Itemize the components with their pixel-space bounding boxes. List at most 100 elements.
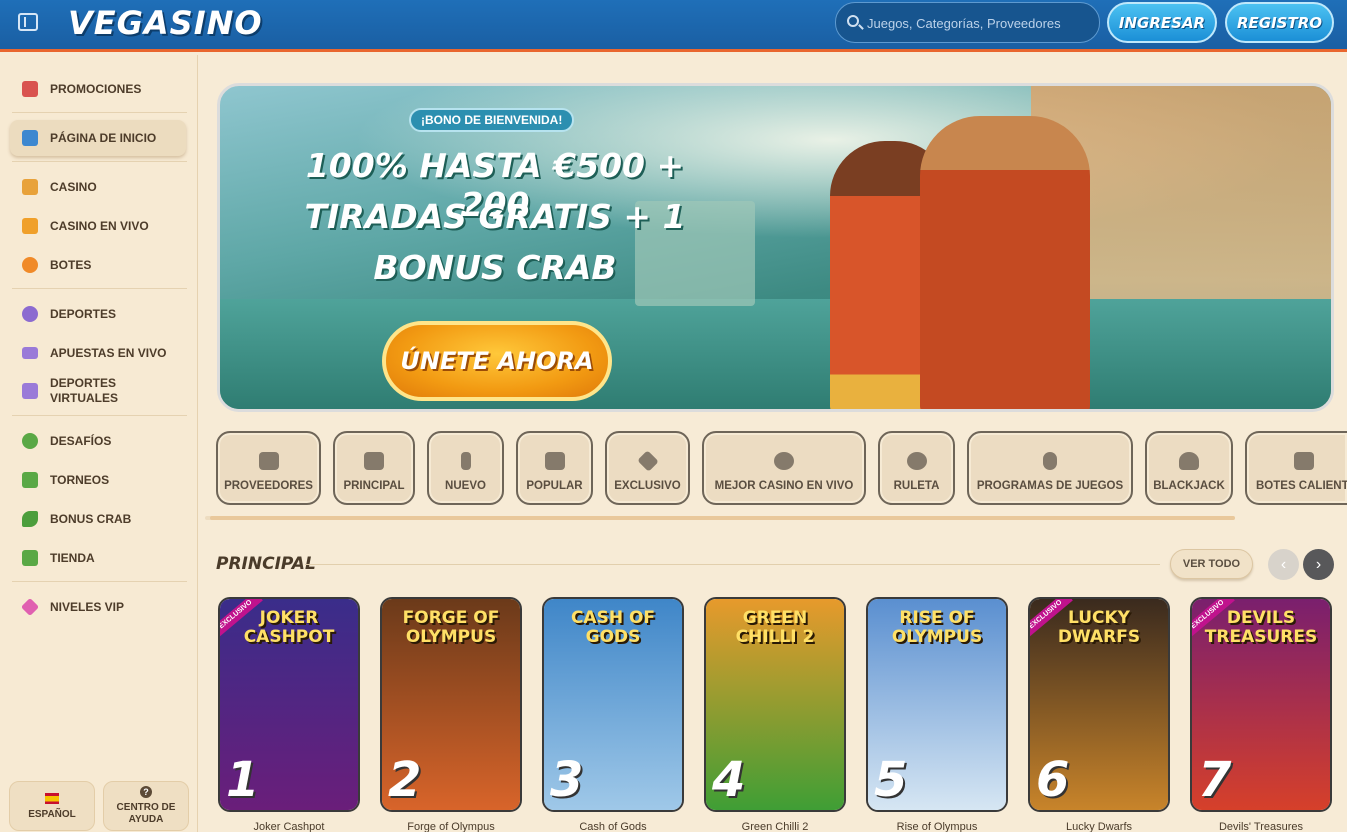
help-icon: ? — [140, 786, 152, 798]
sidebar-item-label: DEPORTES — [50, 306, 117, 321]
game-logo-text: FORGE OF OLYMPUS — [402, 608, 500, 647]
game-name[interactable]: Green Chilli 2 — [704, 821, 846, 832]
sidebar-item-label: TIENDA — [50, 550, 95, 565]
help-label: CENTRO DE AYUDA — [116, 802, 176, 825]
category-label: POPULAR — [526, 480, 583, 492]
sidebar-divider — [12, 161, 187, 162]
category-popular[interactable]: POPULAR — [516, 431, 593, 505]
carousel-prev-button[interactable]: ‹ — [1268, 549, 1299, 580]
search-input[interactable] — [867, 11, 1092, 35]
game-card[interactable]: CASH OF GODS 3 — [542, 597, 684, 812]
sidebar-item-apuestas-en-vivo[interactable]: APUESTAS EN VIVO — [10, 335, 186, 371]
sidebar-item-casino[interactable]: CASINO — [10, 169, 186, 205]
sidebar-item-label: APUESTAS EN VIVO — [50, 345, 167, 360]
category-proveedores[interactable]: PROVEEDORES — [216, 431, 321, 505]
sidebar-divider — [12, 581, 187, 582]
category-label: NUEVO — [445, 480, 486, 492]
category-label: PROVEEDORES — [224, 480, 313, 492]
category-principal[interactable]: PRINCIPAL — [333, 431, 415, 505]
game-card[interactable]: DEVILS TREASURES EXCLUSIVO 7 — [1190, 597, 1332, 812]
sidebar-item-label: BONUS CRAB — [50, 511, 132, 526]
sidebar-item-label: DESAFÍOS — [50, 433, 112, 448]
category-mejor-casino-en-vivo[interactable]: MEJOR CASINO EN VIVO — [702, 431, 866, 505]
lightning-icon — [460, 452, 471, 470]
banner-headline-line-2: TIRADAS GRATIS + 1 — [304, 197, 686, 236]
trophy-icon — [22, 472, 38, 488]
game-name[interactable]: Joker Cashpot — [218, 821, 360, 832]
search-bar[interactable] — [835, 2, 1100, 43]
game-name[interactable]: Devils' Treasures — [1190, 821, 1332, 832]
sidebar-divider — [12, 415, 187, 416]
sidebar-item-bonus-crab[interactable]: BONUS CRAB — [10, 501, 186, 537]
sidebar-item-torneos[interactable]: TORNEOS — [10, 462, 186, 498]
game-logo-text: GREEN CHILLI 2 — [735, 608, 815, 647]
game-card[interactable]: FORGE OF OLYMPUS 2 — [380, 597, 522, 812]
category-blackjack[interactable]: BLACKJACK — [1145, 431, 1233, 505]
sidebar-item-label: CASINO EN VIVO — [50, 218, 149, 233]
category-nuevo[interactable]: NUEVO — [427, 431, 504, 505]
sidebar-item-promociones[interactable]: PROMOCIONES — [10, 71, 186, 107]
game-rank-number: 1 — [226, 752, 260, 808]
live-casino-icon — [22, 218, 38, 234]
welcome-banner[interactable]: ¡BONO DE BIENVENIDA! 100% HASTA €500 + 2… — [217, 83, 1334, 412]
category-label: PRINCIPAL — [343, 480, 405, 492]
crab-icon — [22, 511, 38, 527]
register-button[interactable]: REGISTRO — [1225, 2, 1334, 43]
category-scrollbar-thumb[interactable] — [210, 516, 1235, 520]
category-programas-de-juegos[interactable]: PROGRAMAS DE JUEGOS — [967, 431, 1133, 505]
sidebar-item-botes[interactable]: BOTES — [10, 247, 186, 283]
game-card[interactable]: LUCKY DWARFS EXCLUSIVO 6 — [1028, 597, 1170, 812]
sidebar-item-label: BOTES — [50, 257, 92, 272]
sidebar-item-tienda[interactable]: TIENDA — [10, 540, 186, 576]
carousel-next-button[interactable]: › — [1303, 549, 1334, 580]
shopping-bag-icon — [22, 550, 38, 566]
live-badge-icon — [22, 347, 38, 359]
sidebar-toggle-icon[interactable] — [18, 13, 38, 31]
game-rank-number: 2 — [388, 752, 422, 808]
game-name[interactable]: Lucky Dwarfs — [1028, 821, 1170, 832]
category-exclusivo[interactable]: EXCLUSIVO — [605, 431, 690, 505]
help-center-button[interactable]: ? CENTRO DE AYUDA — [103, 781, 189, 831]
game-logo-text: RISE OF OLYMPUS — [891, 608, 983, 647]
game-card[interactable]: RISE OF OLYMPUS 5 — [866, 597, 1008, 812]
sidebar-item-deportes[interactable]: DEPORTES — [10, 296, 186, 332]
see-all-button[interactable]: VER TODO — [1170, 549, 1253, 579]
gift-icon — [22, 81, 38, 97]
game-name[interactable]: Cash of Gods — [542, 821, 684, 832]
sidebar-item-inicio[interactable]: PÁGINA DE INICIO — [10, 120, 186, 156]
game-name[interactable]: Rise of Olympus — [866, 821, 1008, 832]
game-card[interactable]: JOKER CASHPOT EXCLUSIVO 1 — [218, 597, 360, 812]
clover-icon — [22, 257, 38, 273]
category-label: PROGRAMAS DE JUEGOS — [976, 480, 1124, 492]
welcome-bonus-badge: ¡BONO DE BIENVENIDA! — [409, 108, 575, 132]
sidebar-item-casino-en-vivo[interactable]: CASINO EN VIVO — [10, 208, 186, 244]
join-now-button[interactable]: ÚNETE AHORA — [382, 321, 612, 401]
sidebar-item-desafios[interactable]: DESAFÍOS — [10, 423, 186, 459]
medal-icon — [22, 433, 38, 449]
game-name[interactable]: Forge of Olympus — [380, 821, 522, 832]
home-icon — [22, 130, 38, 146]
game-rank-number: 4 — [712, 752, 746, 808]
section-divider — [305, 564, 1160, 565]
category-ruleta[interactable]: RULETA — [878, 431, 955, 505]
game-rank-number: 5 — [874, 752, 908, 808]
game-rank-number: 6 — [1036, 752, 1070, 808]
spade-icon — [1179, 452, 1199, 470]
sidebar-item-label: NIVELES VIP — [50, 599, 125, 614]
sidebar-item-niveles-vip[interactable]: NIVELES VIP — [10, 589, 186, 625]
folder-icon — [258, 452, 279, 470]
crown-icon — [364, 452, 384, 470]
sidebar-item-deportes-virtuales[interactable]: DEPORTES VIRTUALES — [10, 373, 186, 409]
microphone-icon — [1043, 452, 1057, 470]
category-botes-calientes[interactable]: BOTES CALIENTES — [1245, 431, 1347, 505]
login-button[interactable]: INGRESAR — [1107, 2, 1217, 43]
sidebar-item-label: DEPORTES VIRTUALES — [50, 376, 119, 405]
man-character-image — [920, 116, 1090, 409]
diamond-icon — [636, 450, 659, 472]
sidebar: PROMOCIONES PÁGINA DE INICIO CASINO CASI… — [0, 55, 198, 832]
logo[interactable]: VEGASINO — [68, 4, 263, 42]
game-card[interactable]: GREEN CHILLI 2 4 — [704, 597, 846, 812]
search-icon — [847, 15, 859, 27]
game-logo-text: CASH OF GODS — [570, 608, 656, 647]
language-selector[interactable]: ESPAÑOL — [9, 781, 95, 831]
